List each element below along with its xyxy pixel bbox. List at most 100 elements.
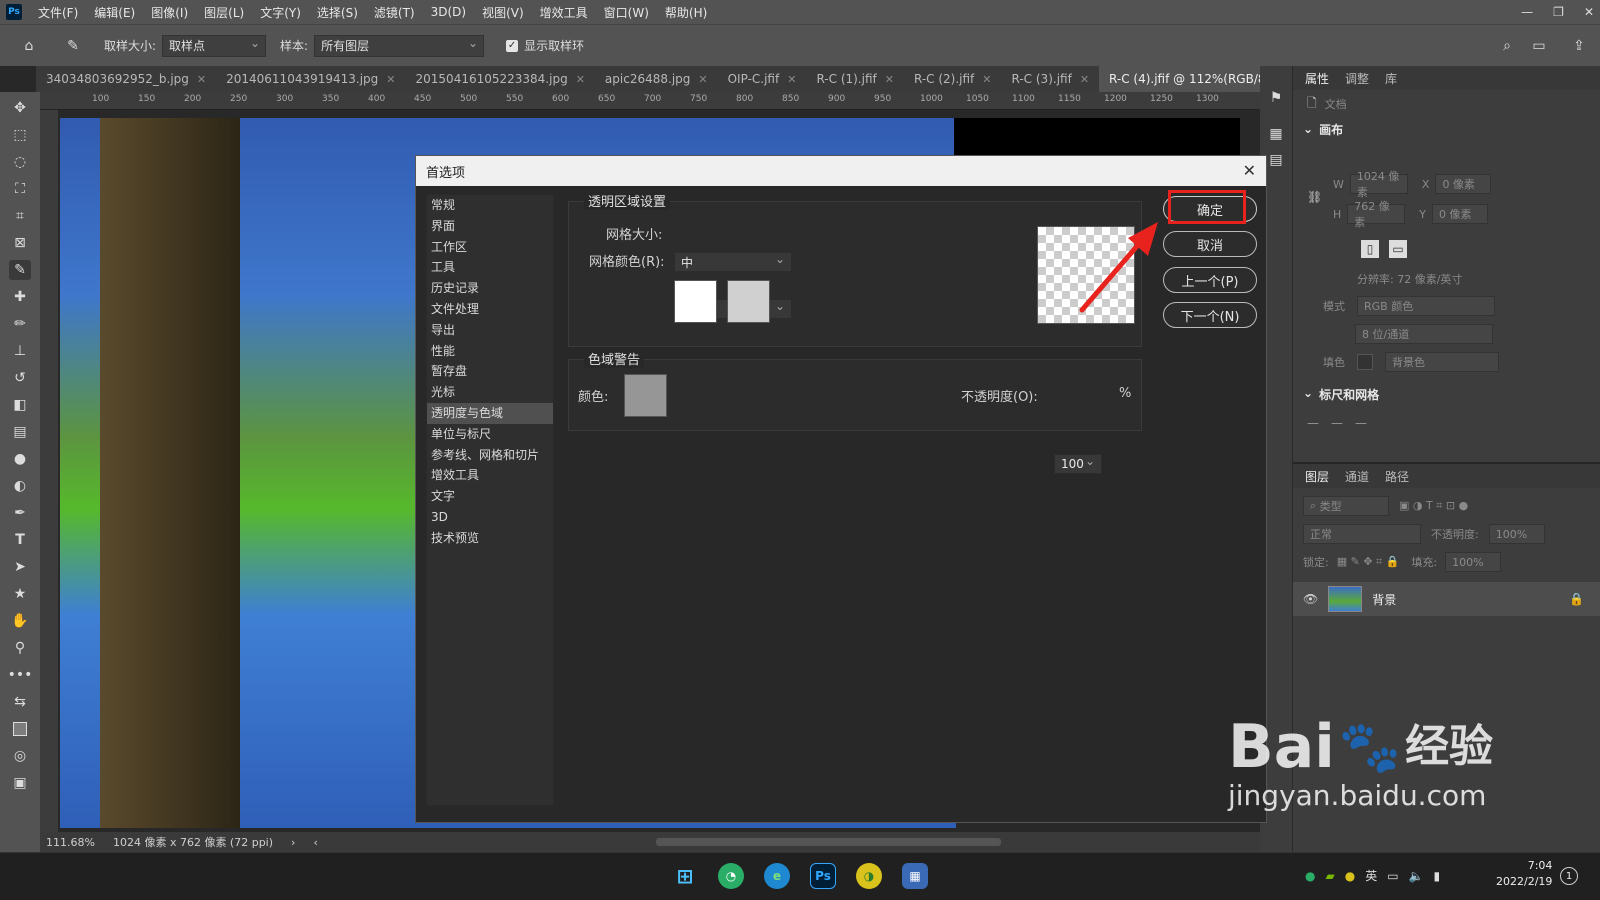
menu-select[interactable]: 选择(S) [309,4,366,21]
gamut-color-swatch[interactable] [624,374,667,417]
libraries-icon[interactable]: ▤ [1265,150,1287,170]
chevron-down-icon[interactable]: ⌄ [1303,122,1313,136]
wechat-icon[interactable]: ◔ [718,863,744,889]
search-icon[interactable]: ⌕ [1496,36,1518,56]
lasso-tool-icon[interactable]: ◌ [9,152,31,172]
blur-tool-icon[interactable]: ● [9,449,31,469]
category-file-handling[interactable]: 文件处理 [427,299,553,320]
lock-icons[interactable]: ▦ ✎ ✥ ⌗ 🔒 [1337,555,1400,569]
tab-doc-5[interactable]: OIP-C.jfif ✕ [718,66,807,92]
eye-icon[interactable]: 👁 [1303,592,1318,606]
tab-doc-7[interactable]: R-C (2).jfif ✕ [904,66,1002,92]
workspace-icon[interactable]: ▭ [1528,36,1550,56]
layer-filter-icons[interactable]: ▣ ◑ T ⌗ ⊡ ● [1399,499,1468,513]
cancel-button[interactable]: 取消 [1163,231,1257,257]
eyedropper-tool-icon[interactable]: ✎ [9,260,31,280]
close-icon[interactable]: ✕ [787,73,796,86]
pen-tool-icon[interactable]: ✒ [9,503,31,523]
tab-adjustments[interactable]: 调整 [1345,70,1369,87]
clock[interactable]: 7:04 2022/2/19 [1496,858,1552,890]
wechat-tray-icon[interactable]: ● [1305,869,1315,883]
layer-row-background[interactable]: 👁 背景 🔒 [1293,582,1600,616]
menu-help[interactable]: 帮助(H) [657,4,715,21]
horizontal-scrollbar[interactable] [655,838,1001,846]
menu-3d[interactable]: 3D(D) [423,5,474,19]
volume-icon[interactable]: 🔈 [1409,869,1424,883]
tab-doc-3[interactable]: 20150416105223384.jpg ✕ [406,66,595,92]
menu-type[interactable]: 文字(Y) [252,4,309,21]
close-icon[interactable]: ✕ [386,73,395,86]
object-select-tool-icon[interactable]: ⛶ [9,179,31,199]
category-guides-grid[interactable]: 参考线、网格和切片 [427,445,553,466]
move-tool-icon[interactable]: ✥ [9,98,31,118]
close-icon[interactable]: ✕ [1584,5,1594,19]
layer-fill-field[interactable]: 100% [1445,552,1502,572]
tab-doc-2[interactable]: 20140611043919413.jpg ✕ [216,66,405,92]
chevron-right-icon[interactable]: › [291,836,295,849]
close-icon[interactable]: ✕ [197,73,206,86]
y-field[interactable]: 0 像素 [1432,204,1489,224]
tab-doc-1[interactable]: 34034803692952_b.jpg ✕ [36,66,216,92]
ruler-style-icons[interactable]: — — — [1307,414,1367,431]
healing-tool-icon[interactable]: ✚ [9,287,31,307]
more-tools-icon[interactable]: ••• [8,665,33,685]
eraser-tool-icon[interactable]: ◧ [9,395,31,415]
tab-layers[interactable]: 图层 [1305,468,1329,485]
app-tray-icon[interactable]: ● [1345,869,1355,883]
edge-icon[interactable]: e [764,863,790,889]
gradient-tool-icon[interactable]: ▤ [9,422,31,442]
brush-tool-icon[interactable]: ✏ [9,314,31,334]
nvidia-icon[interactable]: ▰ [1325,869,1334,883]
close-icon[interactable]: ✕ [698,73,707,86]
path-select-icon[interactable]: ➤ [9,557,31,577]
photoshop-icon[interactable]: Ps [810,863,836,889]
sample-select[interactable]: 所有图层 [314,34,485,57]
properties-icon[interactable]: ▦ [1265,124,1287,144]
category-workspace[interactable]: 工作区 [427,237,553,258]
gamut-opacity-field[interactable]: 100 [1054,454,1102,474]
link-icon[interactable]: ⛓ [1307,190,1322,204]
mode-select[interactable]: RGB 颜色 [1357,296,1495,316]
tab-doc-4[interactable]: apic26488.jpg ✕ [595,66,718,92]
share-icon[interactable]: ⇪ [1568,36,1590,56]
tab-libraries[interactable]: 库 [1385,70,1397,87]
start-icon[interactable]: ⊞ [672,863,698,889]
tab-paths[interactable]: 路径 [1385,468,1409,485]
marquee-tool-icon[interactable]: ⬚ [9,125,31,145]
hand-tool-icon[interactable]: ✋ [9,611,31,631]
home-icon[interactable]: ⌂ [18,36,40,56]
menu-image[interactable]: 图像(I) [143,4,196,21]
swap-colors-icon[interactable]: ⇆ [9,692,31,712]
category-transparency-gamut[interactable]: 透明度与色域 [427,402,553,424]
category-performance[interactable]: 性能 [427,341,553,362]
ime-indicator[interactable]: 英 [1365,867,1377,884]
category-plugins[interactable]: 增效工具 [427,465,553,486]
grid-size-select[interactable]: 中 [674,252,792,272]
chevron-left-icon[interactable]: ‹ [313,836,317,849]
close-icon[interactable]: ✕ [885,73,894,86]
category-cursors[interactable]: 光标 [427,382,553,403]
layer-filter-select[interactable]: ⌕ 类型 [1303,496,1389,516]
blend-mode-select[interactable]: 正常 [1303,524,1421,544]
calculator-icon[interactable]: ▦ [902,863,928,889]
notification-badge[interactable]: 1 [1560,867,1578,885]
shape-tool-icon[interactable]: ★ [9,584,31,604]
quick-mask-icon[interactable]: ◎ [9,746,31,766]
close-icon[interactable]: ✕ [1080,73,1089,86]
fill-swatch[interactable] [1357,354,1373,370]
color-swatches-icon[interactable] [9,719,31,739]
stamp-tool-icon[interactable]: ⊥ [9,341,31,361]
category-tech-previews[interactable]: 技术预览 [427,528,553,549]
layer-opacity-field[interactable]: 100% [1488,524,1545,544]
menu-filter[interactable]: 滤镜(T) [366,4,423,21]
tab-doc-8[interactable]: R-C (3).jfif ✕ [1002,66,1100,92]
menu-layer[interactable]: 图层(L) [196,4,252,21]
category-scratch-disks[interactable]: 暂存盘 [427,361,553,382]
zoom-level[interactable]: 111.68% [46,836,95,849]
battery-icon[interactable]: ▮ [1434,869,1441,883]
category-3d[interactable]: 3D [427,507,553,528]
menu-plugins[interactable]: 增效工具 [532,4,596,21]
sample-size-select[interactable]: 取样点 [162,34,267,57]
menu-view[interactable]: 视图(V) [474,4,532,21]
landscape-icon[interactable]: ▭ [1389,240,1407,258]
